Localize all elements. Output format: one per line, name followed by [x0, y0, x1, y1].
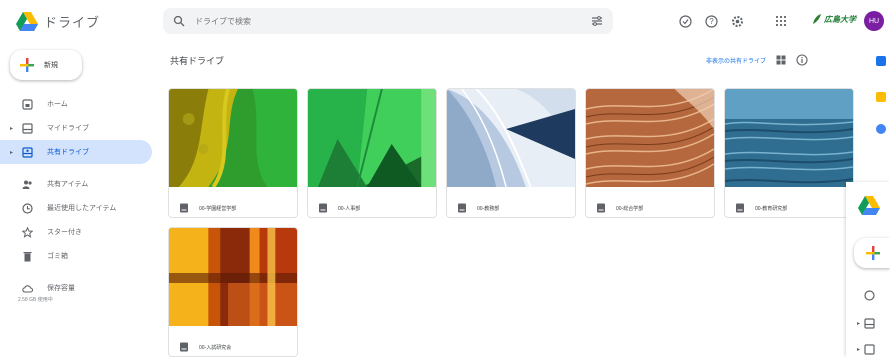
shared-drives-icon[interactable]: [864, 344, 875, 355]
shared-drive-card[interactable]: 00-入試研究会: [168, 227, 298, 357]
sidebar-nav: ホーム ▸ マイドライブ ▸ 共有ドライブ 共有アイテム 最近使用したアイテム: [0, 92, 160, 303]
apps-button[interactable]: [775, 14, 787, 32]
drive-cover-image: [169, 228, 297, 326]
sidebar-item-storage[interactable]: 保存容量: [0, 276, 160, 300]
sidebar-item-label: スター付き: [47, 229, 82, 236]
sidebar-item-shared-drives[interactable]: ▸ 共有ドライブ: [0, 140, 152, 164]
offline-status-icon: [678, 14, 692, 28]
shared-drive-icon: [180, 342, 188, 352]
shared-drive-name: 00-入試研究会: [199, 344, 232, 351]
settings-button[interactable]: [728, 12, 746, 30]
shared-drive-icon: [736, 203, 744, 213]
sidebar-item-my-drive[interactable]: ▸ マイドライブ: [0, 116, 160, 140]
home-icon[interactable]: [864, 290, 875, 301]
help-icon: ?: [704, 14, 718, 28]
home-icon: [22, 98, 33, 110]
account-avatar[interactable]: HU: [864, 11, 884, 31]
gear-icon: [731, 15, 743, 27]
apps-grid-icon: [775, 15, 787, 27]
shared-with-me-icon: [22, 180, 32, 189]
expand-caret-icon[interactable]: ▸: [857, 320, 860, 327]
hidden-shared-drives-link[interactable]: 非表示の共有ドライブ: [706, 56, 766, 65]
shared-drive-name: 00-教育研究部: [755, 205, 788, 212]
shared-drive-card[interactable]: 00-教育研究部: [724, 88, 854, 218]
drive-cover-image: [586, 89, 714, 187]
new-button[interactable]: 新規: [10, 50, 82, 80]
new-button[interactable]: [854, 238, 890, 268]
shared-drive-icon: [597, 203, 605, 213]
search-icon[interactable]: [173, 15, 185, 27]
my-drive-icon: [22, 122, 33, 134]
trash-icon: [23, 251, 32, 261]
sidebar-item-label: 共有ドライブ: [47, 149, 89, 156]
shared-drive-icon: [458, 203, 466, 213]
secondary-window: ▸ ▸: [846, 182, 890, 357]
grid-view-icon[interactable]: [776, 55, 786, 65]
search-bar[interactable]: [163, 8, 613, 34]
plus-icon: [866, 246, 880, 260]
plus-icon: [20, 58, 34, 72]
new-button-label: 新規: [44, 62, 58, 69]
shared-drives-icon: [22, 146, 33, 158]
shared-drive-name: 00-学園経営学部: [199, 205, 237, 212]
shared-drive-card[interactable]: 00-人事部: [307, 88, 437, 218]
offline-status-button[interactable]: [676, 12, 694, 30]
sidebar-item-label: 最近使用したアイテム: [47, 205, 117, 212]
my-drive-icon[interactable]: [864, 318, 875, 329]
calendar-icon[interactable]: [876, 56, 886, 66]
shared-drive-icon: [319, 203, 327, 213]
shared-drive-card[interactable]: 00-総合学部: [585, 88, 715, 218]
keep-icon[interactable]: [876, 92, 886, 102]
sidebar-item-label: ゴミ箱: [47, 253, 68, 260]
drive-logo-icon: [858, 196, 880, 215]
organization-name: 広島大学: [824, 14, 856, 24]
app-name: ドライブ: [44, 15, 101, 30]
recent-icon: [22, 202, 33, 214]
sidebar-item-label: 保存容量: [47, 285, 75, 292]
drive-cover-image: [169, 89, 297, 189]
shared-drive-card[interactable]: 00-学園経営学部: [168, 88, 298, 218]
sidebar-item-label: 共有アイテム: [47, 181, 89, 188]
svg-text:?: ?: [709, 17, 714, 26]
drive-cover-image: [447, 89, 575, 188]
shared-drive-icon: [180, 203, 188, 213]
search-options-icon[interactable]: [591, 15, 603, 27]
tasks-icon[interactable]: [876, 124, 886, 134]
sidebar-item-home[interactable]: ホーム: [0, 92, 160, 116]
search-input[interactable]: [195, 16, 591, 26]
info-icon[interactable]: [796, 54, 808, 66]
drive-logo[interactable]: ドライブ: [16, 12, 100, 31]
expand-caret-icon[interactable]: ▸: [10, 125, 13, 132]
sidebar-item-shared-with-me[interactable]: 共有アイテム: [0, 172, 160, 196]
shared-drive-name: 00-総合学部: [616, 205, 644, 212]
help-button[interactable]: ?: [702, 12, 720, 30]
expand-caret-icon[interactable]: ▸: [10, 149, 13, 156]
shared-drive-name: 00-人事部: [338, 205, 361, 212]
sidebar-item-trash[interactable]: ゴミ箱: [0, 244, 160, 268]
drive-cover-image: [725, 89, 853, 187]
sidebar-item-label: ホーム: [47, 101, 68, 108]
drive-logo-icon: [16, 12, 38, 31]
drive-cover-image: [308, 89, 436, 188]
page-title: 共有ドライブ: [170, 56, 225, 66]
organization-leaf-icon: [813, 14, 821, 24]
cloud-icon: [22, 284, 33, 293]
shared-drive-name: 00-教務部: [477, 205, 500, 212]
star-icon: [22, 226, 33, 238]
sidebar-item-recent[interactable]: 最近使用したアイテム: [0, 196, 160, 220]
sidebar-item-label: マイドライブ: [47, 125, 89, 132]
sidebar-item-starred[interactable]: スター付き: [0, 220, 160, 244]
expand-caret-icon[interactable]: ▸: [857, 346, 860, 353]
organization-logo: 広島大学: [812, 13, 856, 25]
shared-drive-card[interactable]: 00-教務部: [446, 88, 576, 218]
